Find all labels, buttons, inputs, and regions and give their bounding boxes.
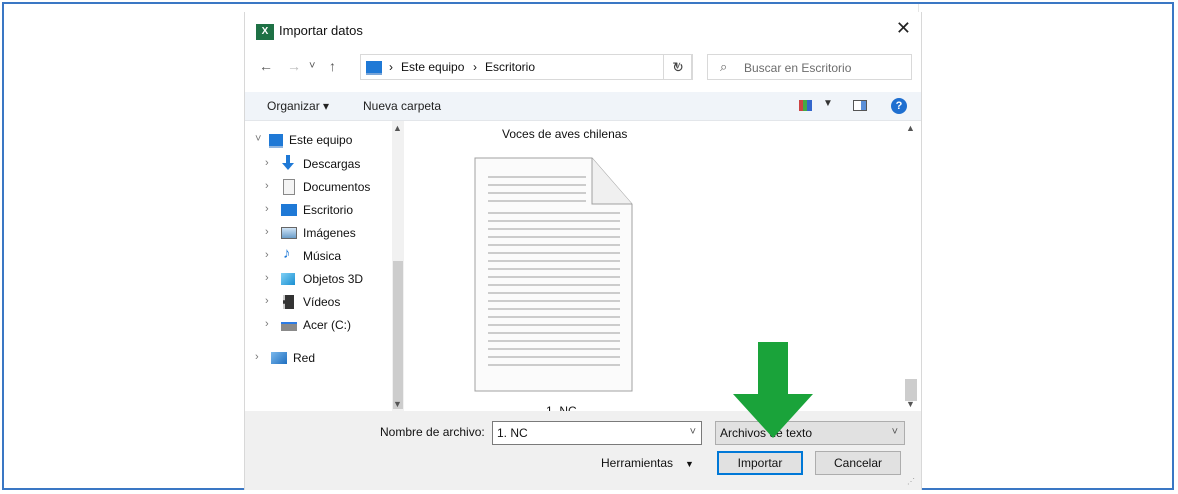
preview-pane-icon[interactable]: [853, 100, 867, 111]
breadcrumb-separator: ›: [389, 60, 393, 74]
tree-item-descargas[interactable]: › Descargas: [265, 154, 390, 176]
tree-item-imagenes[interactable]: › Imágenes: [265, 223, 390, 245]
address-bar[interactable]: › Este equipo › Escritorio ˅: [360, 54, 692, 80]
new-folder-button[interactable]: Nueva carpeta: [363, 99, 441, 113]
refresh-button[interactable]: ↻: [663, 54, 693, 80]
chevron-down-icon[interactable]: ˅: [892, 426, 898, 438]
computer-icon: [366, 61, 382, 75]
chevron-right-icon[interactable]: ›: [265, 203, 269, 215]
tree-item-este-equipo[interactable]: ˅ Este equipo: [255, 130, 390, 152]
cancel-button[interactable]: Cancelar: [815, 451, 901, 475]
file-list-scrollbar[interactable]: ▲ ▼: [904, 121, 918, 411]
objects-3d-icon: [281, 273, 295, 285]
filename-label: Nombre de archivo:: [380, 425, 485, 439]
excel-icon: X: [256, 24, 274, 40]
text-document-icon: [474, 157, 633, 392]
search-input[interactable]: ⌕ Buscar en Escritorio: [707, 54, 912, 80]
tree-item-label: Música: [303, 249, 342, 263]
tree-item-objetos-3d[interactable]: › Objetos 3D: [265, 269, 390, 291]
title-bar: X Importar datos ✕: [245, 12, 921, 48]
tree-item-documentos[interactable]: › Documentos: [265, 177, 390, 199]
documents-icon: [283, 179, 295, 195]
chevron-right-icon[interactable]: ›: [265, 180, 269, 192]
up-folder-icon[interactable]: ↑: [329, 58, 336, 74]
dialog-title: Importar datos: [279, 23, 363, 38]
navigation-pane: ˅ Este equipo › Descargas › Documentos ›…: [245, 121, 405, 411]
tools-button[interactable]: Herramientas ▼: [601, 456, 694, 470]
desktop-icon: [281, 204, 297, 216]
file-item[interactable]: [474, 157, 634, 392]
scrollbar-thumb[interactable]: [393, 261, 403, 409]
import-dialog: X Importar datos ✕ ← → ˅ ↑ › Este equipo…: [244, 12, 922, 490]
scrollbar-thumb[interactable]: [905, 379, 917, 401]
tree-item-label: Acer (C:): [303, 318, 351, 332]
tree-item-label: Documentos: [303, 180, 371, 194]
close-icon[interactable]: ✕: [896, 18, 911, 39]
network-icon: [271, 352, 287, 364]
download-icon: [281, 155, 295, 171]
breadcrumb-este-equipo[interactable]: Este equipo: [401, 60, 464, 74]
scroll-up-icon[interactable]: ▲: [393, 123, 402, 133]
chevron-right-icon[interactable]: ›: [265, 272, 269, 284]
view-options-dropdown-icon[interactable]: ▼: [823, 98, 833, 109]
tree-item-label: Vídeos: [303, 295, 341, 309]
tree-item-label: Objetos 3D: [303, 272, 364, 286]
chevron-down-icon[interactable]: ˅: [690, 426, 696, 438]
filename-input[interactable]: 1. NC ˅: [492, 421, 702, 445]
tree-item-red[interactable]: › Red: [255, 348, 390, 370]
navigation-bar: ← → ˅ ↑ › Este equipo › Escritorio ˅ ↻ ⌕…: [245, 54, 921, 82]
organize-button[interactable]: Organizar ▾: [267, 99, 329, 113]
search-placeholder: Buscar en Escritorio: [744, 61, 852, 75]
scroll-down-icon[interactable]: ▼: [393, 399, 402, 409]
file-list: Voces de aves chilenas ▲ ▼: [407, 121, 921, 418]
chevron-right-icon[interactable]: ›: [265, 157, 269, 169]
videos-icon: [283, 295, 294, 309]
chevron-down-icon: ▼: [685, 459, 694, 469]
chevron-right-icon[interactable]: ›: [265, 226, 269, 238]
outer-frame: X Importar datos ✕ ← → ˅ ↑ › Este equipo…: [2, 2, 1174, 490]
breadcrumb-separator: ›: [473, 60, 477, 74]
tree-item-label: Escritorio: [303, 203, 354, 217]
resize-grip-icon[interactable]: ⋰: [907, 477, 915, 486]
chevron-right-icon[interactable]: ›: [265, 318, 269, 330]
music-icon: ♪: [283, 245, 291, 262]
dialog-footer: Nombre de archivo: 1. NC ˅ Archivos de t…: [245, 411, 921, 490]
tree-item-label: Red: [293, 351, 316, 365]
tree-item-musica[interactable]: › ♪ Música: [265, 246, 390, 268]
scroll-up-icon[interactable]: ▲: [906, 123, 915, 133]
recent-locations-icon[interactable]: ˅: [309, 60, 315, 72]
back-arrow-icon[interactable]: ←: [259, 58, 273, 74]
drive-icon: [281, 322, 297, 331]
tree-item-escritorio[interactable]: › Escritorio: [265, 200, 390, 222]
images-icon: [281, 227, 297, 239]
tree-item-label: Imágenes: [303, 226, 356, 240]
computer-icon: [269, 134, 283, 148]
chevron-right-icon[interactable]: ›: [265, 249, 269, 261]
import-button[interactable]: Importar: [717, 451, 803, 475]
green-down-arrow-icon: [733, 342, 813, 438]
folder-group-title: Voces de aves chilenas: [502, 127, 628, 141]
tree-item-videos[interactable]: › Vídeos: [265, 292, 390, 314]
help-icon[interactable]: ?: [891, 98, 907, 114]
search-icon: ⌕: [720, 59, 728, 74]
tree-item-label: Este equipo: [289, 133, 353, 147]
change-view-icon[interactable]: [799, 100, 812, 111]
tree-item-acer-c[interactable]: › Acer (C:): [265, 315, 390, 337]
filename-value: 1. NC: [497, 426, 528, 440]
forward-arrow-icon[interactable]: →: [287, 58, 301, 74]
tools-label: Herramientas: [601, 456, 674, 470]
scroll-down-icon[interactable]: ▼: [906, 399, 915, 409]
chevron-right-icon[interactable]: ›: [265, 295, 269, 307]
breadcrumb-escritorio[interactable]: Escritorio: [485, 60, 535, 74]
navigation-scrollbar[interactable]: ▲ ▼: [392, 121, 404, 411]
chevron-right-icon[interactable]: ›: [255, 351, 259, 363]
chevron-down-icon[interactable]: ˅: [255, 133, 261, 145]
command-toolbar: Organizar ▾ Nueva carpeta ▼ ?: [245, 92, 921, 121]
tree-item-label: Descargas: [303, 157, 361, 171]
